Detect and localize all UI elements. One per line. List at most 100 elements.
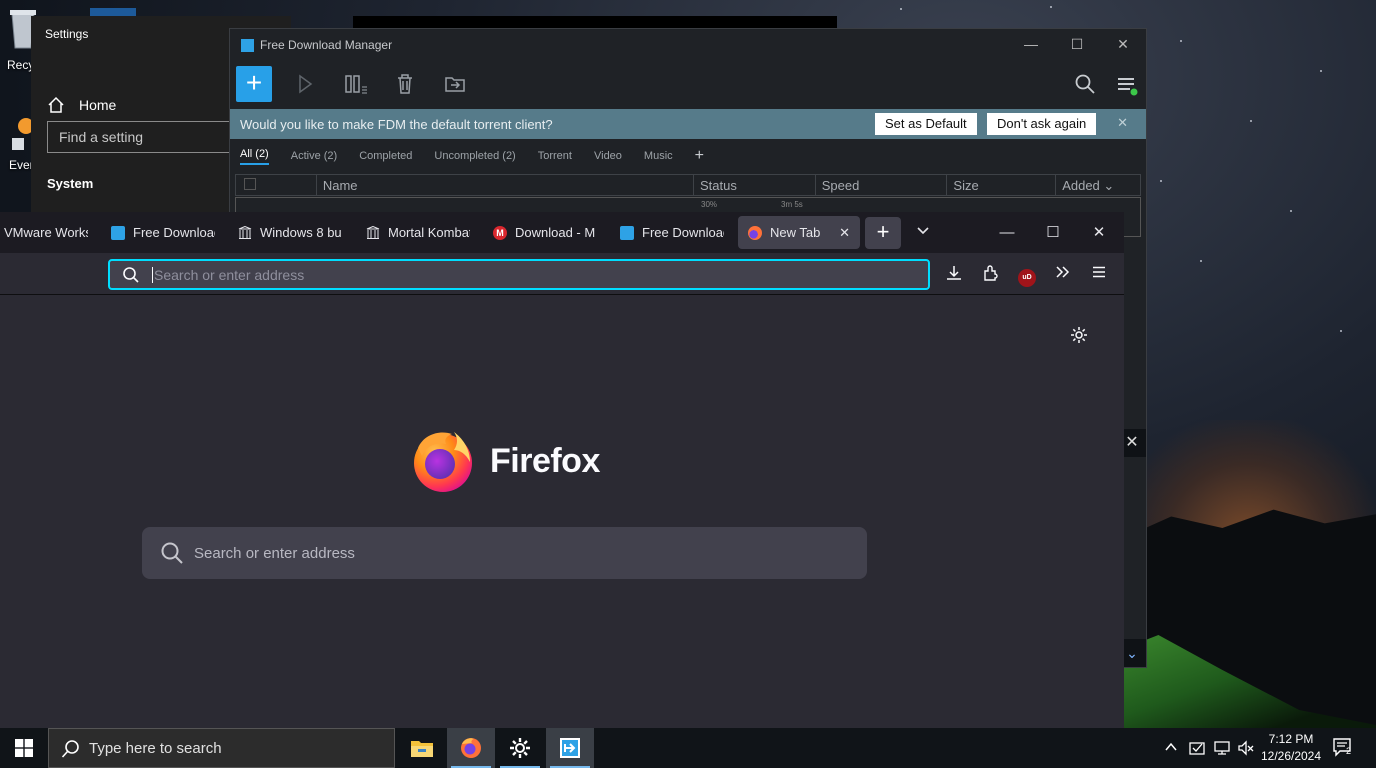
fdm-titlebar[interactable]: Free Download Manager — ☐ ✕ [230, 29, 1146, 61]
set-as-default-button[interactable]: Set as Default [875, 113, 977, 135]
ublock-badge: uD [1018, 269, 1036, 287]
column-name[interactable]: Name [317, 175, 694, 195]
fdm-close-button[interactable]: ✕ [1100, 29, 1146, 59]
filter-video[interactable]: Video [594, 150, 622, 162]
url-bar[interactable]: Search or enter address [108, 259, 930, 290]
tab-close-icon[interactable]: ✕ [839, 225, 850, 241]
overflow-menu-icon[interactable] [1052, 264, 1074, 286]
filter-all[interactable]: All (2) [240, 148, 269, 165]
fdm-icon [620, 225, 634, 240]
list-all-tabs-button[interactable] [908, 220, 938, 246]
fdm-menu-icon[interactable] [1115, 73, 1139, 97]
mega-icon: M [493, 225, 507, 240]
column-speed[interactable]: Speed [816, 175, 948, 195]
star [900, 8, 902, 10]
settings-taskbar-button[interactable] [496, 728, 544, 768]
tab-label: Mortal Kombat [388, 225, 470, 240]
ublock-origin-icon[interactable]: uD [1016, 264, 1038, 287]
url-placeholder: Search or enter address [152, 266, 305, 283]
firefox-maximize-button[interactable]: ☐ [1038, 220, 1068, 246]
filter-completed[interactable]: Completed [359, 150, 412, 162]
folder-icon [411, 741, 433, 757]
firefox-icon [461, 738, 481, 758]
search-icon [122, 266, 140, 287]
hamburger-menu-icon[interactable] [1088, 264, 1110, 286]
action-center-button[interactable]: 2 [1332, 737, 1354, 762]
newtab-search-placeholder: Search or enter address [194, 544, 355, 562]
filter-torrent[interactable]: Torrent [538, 150, 572, 162]
network-tray-icon[interactable] [1213, 739, 1231, 762]
volume-muted-tray-icon[interactable] [1237, 739, 1255, 762]
tab-label: Download - M [515, 225, 596, 240]
firefox-icon [748, 225, 762, 240]
star [1160, 180, 1162, 182]
new-tab-button[interactable]: + [865, 217, 901, 249]
fdm-taskbar-button[interactable] [546, 728, 594, 768]
tab-mega-download[interactable]: M Download - M [493, 216, 597, 249]
start-button[interactable] [0, 728, 48, 768]
tab-mortal-kombat[interactable]: Mortal Kombat [366, 216, 470, 249]
filter-music[interactable]: Music [644, 150, 673, 162]
fdm-title: Free Download Manager [260, 38, 393, 52]
tab-free-download-1[interactable]: Free Download [111, 216, 215, 249]
select-all-checkbox[interactable] [236, 175, 317, 195]
tab-vmware[interactable]: VMware Works [4, 216, 88, 249]
column-size[interactable]: Size [947, 175, 1057, 195]
desktop-icon-partial [90, 8, 136, 16]
row-speed: 3m 5s [781, 200, 803, 209]
newtab-search-box[interactable]: Search or enter address [142, 527, 867, 579]
archive-icon [366, 225, 380, 240]
settings-section-system: System [47, 176, 94, 191]
firefox-taskbar-button[interactable] [447, 728, 495, 768]
tab-new-tab[interactable]: New Tab ✕ [738, 216, 860, 249]
pause-all-icon[interactable] [344, 73, 368, 97]
show-hidden-icons-chevron-up-icon[interactable] [1164, 740, 1178, 757]
dont-ask-again-button[interactable]: Don't ask again [987, 113, 1097, 135]
star [1180, 40, 1182, 42]
default-torrent-banner: Would you like to make FDM the default t… [230, 109, 1146, 139]
firefox-close-button[interactable]: ✕ [1084, 220, 1114, 246]
firefox-minimize-button[interactable]: — [992, 220, 1022, 246]
fdm-maximize-button[interactable]: ☐ [1054, 29, 1100, 59]
newtab-settings-gear-icon[interactable] [1070, 326, 1088, 349]
fdm-logo-icon [241, 38, 254, 52]
home-icon [48, 96, 64, 113]
notification-count: 2 [1346, 746, 1352, 756]
fdm-minimize-button[interactable]: — [1008, 29, 1054, 59]
add-download-button[interactable]: + [236, 66, 272, 102]
star [1250, 120, 1252, 122]
column-added[interactable]: Added ⌄ [1056, 175, 1140, 195]
tab-free-download-2[interactable]: Free Download [620, 216, 724, 249]
add-filter-button[interactable]: + [695, 147, 704, 165]
fdm-filter-tabs: All (2) Active (2) Completed Uncompleted… [240, 147, 704, 165]
star [1320, 70, 1322, 72]
tab-label: New Tab [770, 225, 821, 240]
resume-icon[interactable] [294, 73, 318, 97]
filter-uncompleted[interactable]: Uncompleted (2) [434, 150, 515, 162]
search-icon [160, 541, 184, 569]
taskbar-search-placeholder: Type here to search [89, 739, 222, 757]
filter-active[interactable]: Active (2) [291, 150, 337, 162]
settings-home-link[interactable]: Home [47, 96, 116, 114]
delete-icon[interactable] [393, 73, 417, 97]
tab-label: VMware Works [4, 225, 88, 240]
extensions-icon[interactable] [980, 264, 1002, 286]
gear-icon [510, 738, 530, 758]
banner-close-icon[interactable]: ✕ [1117, 115, 1128, 131]
security-tray-icon[interactable] [1188, 739, 1206, 762]
move-to-folder-icon[interactable] [443, 73, 467, 97]
windows-logo-icon [15, 739, 33, 757]
tab-label: Windows 8 bui [260, 225, 342, 240]
tab-windows-8[interactable]: Windows 8 bui [238, 216, 342, 249]
file-explorer-taskbar-button[interactable] [398, 728, 446, 768]
firefox-logo-icon [414, 432, 472, 492]
firefox-navbar: Search or enter address uD [0, 253, 1124, 295]
fdm-search-icon[interactable] [1073, 73, 1097, 97]
taskbar-clock[interactable]: 7:12 PM 12/26/2024 [1258, 731, 1324, 765]
downloads-icon[interactable] [943, 264, 965, 286]
tab-label: Free Download [133, 225, 215, 240]
column-status[interactable]: Status [694, 175, 816, 195]
taskbar-search-box[interactable]: Type here to search [48, 728, 395, 768]
settings-home-label: Home [79, 97, 117, 113]
settings-title: Settings [45, 27, 89, 41]
